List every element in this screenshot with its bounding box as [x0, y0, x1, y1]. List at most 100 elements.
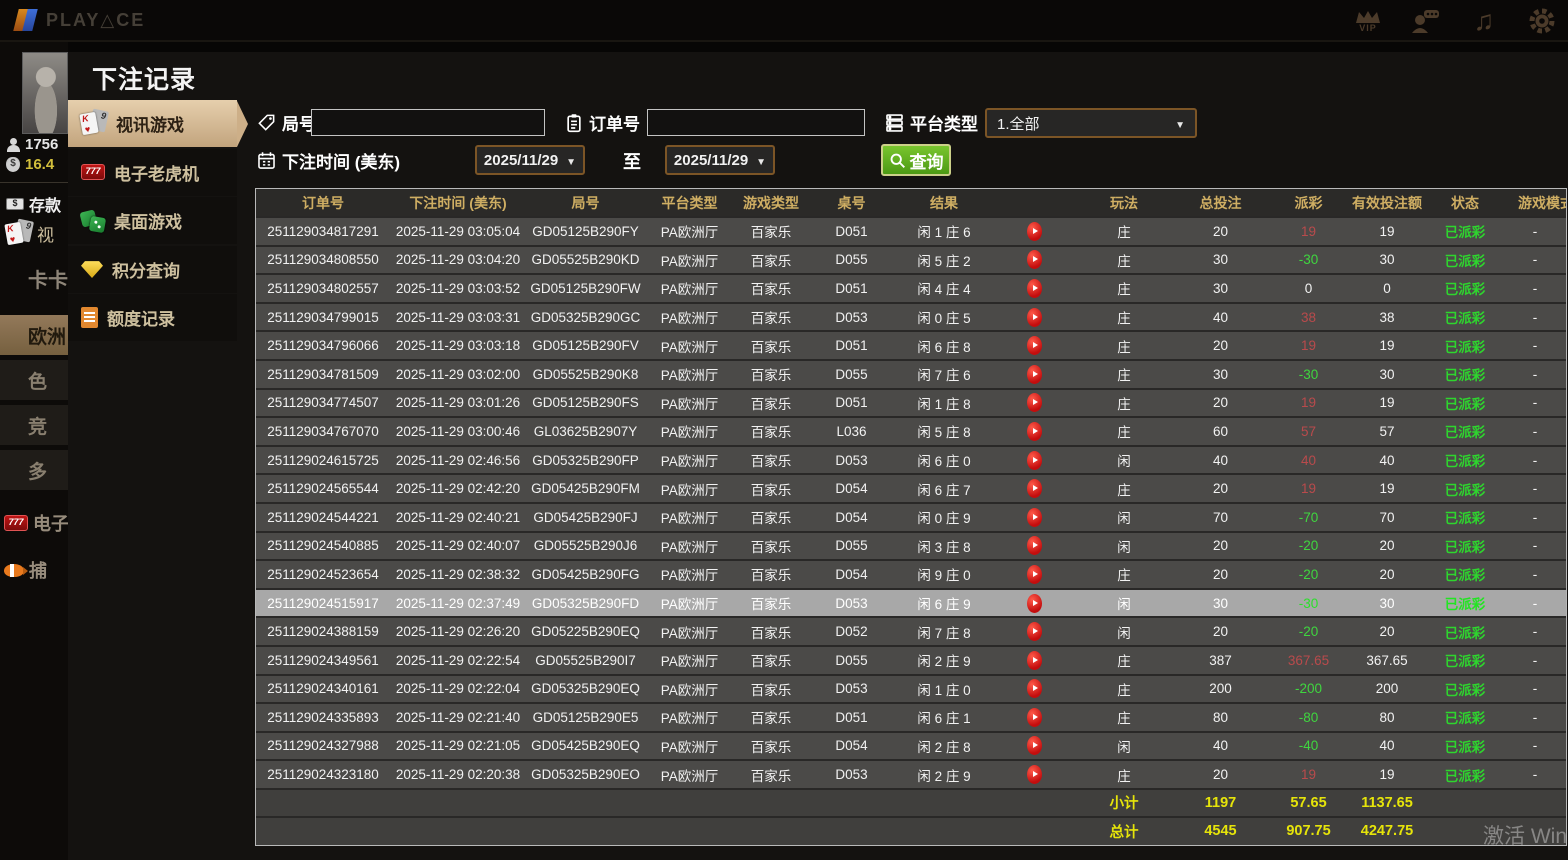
table-row[interactable]: 2511290243495612025-11-29 02:22:54GD0552… [256, 646, 1566, 675]
cell-status: 已派彩 [1426, 474, 1504, 503]
cell-round-no: GD05325B290EQ [526, 675, 645, 704]
cell-platform: PA欧洲厅 [645, 503, 734, 532]
replay-play-icon[interactable] [1027, 765, 1042, 784]
date-from-select[interactable]: 2025/11/29 [475, 145, 585, 175]
search-icon [889, 152, 906, 169]
tab-video-games[interactable]: 视讯游戏 [68, 100, 237, 147]
table-row[interactable]: 2511290243279882025-11-29 02:21:05GD0542… [256, 732, 1566, 761]
table-row[interactable]: 2511290243358932025-11-29 02:21:40GD0512… [256, 703, 1566, 732]
playace-logo: PLAY△CE [14, 8, 145, 32]
table-row[interactable]: 2511290243881592025-11-29 02:26:20GD0522… [256, 617, 1566, 646]
query-button[interactable]: 查询 [881, 144, 951, 176]
vip-icon[interactable]: VIP [1350, 4, 1386, 38]
cell-bet-time: 2025-11-29 03:02:00 [390, 360, 526, 389]
replay-play-icon[interactable] [1027, 536, 1042, 555]
cell-game-type: 百家乐 [734, 560, 808, 589]
column-header: 游戏类型 [734, 189, 808, 217]
replay-play-icon[interactable] [1027, 393, 1042, 412]
lobby-item-duotai[interactable]: 多 [0, 450, 68, 490]
lobby-item-jingmi[interactable]: 竞 [0, 405, 68, 445]
cell-table-no: D051 [808, 274, 895, 303]
lobby-item-sedie[interactable]: 色 [0, 360, 68, 400]
gear-icon[interactable] [1524, 4, 1560, 38]
replay-play-icon[interactable] [1027, 250, 1042, 269]
avatar[interactable] [22, 52, 68, 134]
table-row[interactable]: 2511290347745072025-11-29 03:01:26GD0512… [256, 389, 1566, 418]
cell-play-type: 闲 [1076, 446, 1172, 475]
table-row[interactable]: 2511290347990152025-11-29 03:03:31GD0532… [256, 303, 1566, 332]
replay-play-icon[interactable] [1027, 479, 1042, 498]
tab-points-query[interactable]: 积分查询 [68, 246, 237, 293]
date-to-select[interactable]: 2025/11/29 [665, 145, 775, 175]
cell-payout: 19 [1269, 217, 1348, 246]
replay-play-icon[interactable] [1027, 422, 1042, 441]
deposit-button[interactable]: 存款 [6, 192, 61, 216]
replay-play-icon[interactable] [1027, 451, 1042, 470]
lobby-item-slots[interactable]: 电子 [4, 510, 68, 536]
table-row[interactable]: 2511290348025572025-11-29 03:03:52GD0512… [256, 274, 1566, 303]
replay-play-icon[interactable] [1027, 279, 1042, 298]
cell-platform: PA欧洲厅 [645, 246, 734, 275]
lobby-item-fishing[interactable]: 捕 [4, 557, 47, 583]
column-header: 总投注 [1172, 189, 1269, 217]
table-row[interactable]: 2511290347670702025-11-29 03:00:46GL0362… [256, 417, 1566, 446]
replay-play-icon[interactable] [1027, 622, 1042, 641]
table-row[interactable]: 2511290243401612025-11-29 02:22:04GD0532… [256, 675, 1566, 704]
cell-replay [993, 617, 1076, 646]
replay-play-icon[interactable] [1027, 651, 1042, 670]
cell-table-no: D053 [808, 760, 895, 789]
cell-replay [993, 732, 1076, 761]
video-games-shortcut[interactable]: 视 [6, 220, 54, 247]
replay-play-icon[interactable] [1027, 736, 1042, 755]
cell-total-bet: 60 [1172, 417, 1269, 446]
table-row[interactable]: 2511290245655442025-11-29 02:42:20GD0542… [256, 474, 1566, 503]
table-row[interactable]: 2511290246157252025-11-29 02:46:56GD0532… [256, 446, 1566, 475]
cell-game-mode: - [1504, 303, 1566, 332]
tab-quota-records[interactable]: 额度记录 [68, 294, 237, 341]
cell-game-type: 百家乐 [734, 331, 808, 360]
table-row[interactable]: 2511290245408852025-11-29 02:40:07GD0552… [256, 532, 1566, 561]
round-input[interactable] [311, 109, 545, 136]
money-bag-icon [6, 157, 20, 172]
replay-play-icon[interactable] [1027, 336, 1042, 355]
cell-status: 已派彩 [1426, 246, 1504, 275]
cell-order-no: 251129034802557 [256, 274, 390, 303]
replay-play-icon[interactable] [1027, 308, 1042, 327]
replay-play-icon[interactable] [1027, 222, 1042, 241]
table-row[interactable]: 2511290245442212025-11-29 02:40:21GD0542… [256, 503, 1566, 532]
replay-play-icon[interactable] [1027, 508, 1042, 527]
table-row[interactable]: 2511290348172912025-11-29 03:05:04GD0512… [256, 217, 1566, 246]
order-label: 订单号 [565, 110, 640, 135]
column-header: 局号 [526, 189, 645, 217]
cell-replay [993, 303, 1076, 332]
support-chat-icon[interactable] [1408, 4, 1444, 38]
cell-status: 已派彩 [1426, 703, 1504, 732]
replay-play-icon[interactable] [1027, 365, 1042, 384]
replay-play-icon[interactable] [1027, 679, 1042, 698]
cell-status: 已派彩 [1426, 446, 1504, 475]
table-row[interactable]: 2511290347815092025-11-29 03:02:00GD0552… [256, 360, 1566, 389]
cell-play-type: 庄 [1076, 246, 1172, 275]
music-icon[interactable] [1466, 4, 1502, 38]
lobby-item-kaka[interactable]: 卡卡 [28, 264, 68, 293]
table-row[interactable]: 2511290245159172025-11-29 02:37:49GD0532… [256, 589, 1566, 618]
cell-payout: -80 [1269, 703, 1348, 732]
replay-play-icon[interactable] [1027, 565, 1042, 584]
tab-slots[interactable]: 电子老虎机 [68, 149, 237, 196]
cell-round-no: GD05525B290J6 [526, 532, 645, 561]
cell-order-no: 251129024327988 [256, 732, 390, 761]
tab-table-games[interactable]: 桌面游戏 [68, 197, 237, 244]
cell-replay [993, 389, 1076, 418]
table-row[interactable]: 2511290243231802025-11-29 02:20:38GD0532… [256, 760, 1566, 789]
platform-type-select[interactable]: 1.全部 [985, 108, 1197, 138]
column-header [993, 189, 1076, 217]
table-row[interactable]: 2511290347960662025-11-29 03:03:18GD0512… [256, 331, 1566, 360]
replay-play-icon[interactable] [1027, 594, 1042, 613]
cell-result: 闲 0 庄 5 [895, 303, 993, 332]
table-row[interactable]: 2511290348085502025-11-29 03:04:20GD0552… [256, 246, 1566, 275]
cell-round-no: GD05325B290GC [526, 303, 645, 332]
table-row[interactable]: 2511290245236542025-11-29 02:38:32GD0542… [256, 560, 1566, 589]
replay-play-icon[interactable] [1027, 708, 1042, 727]
order-input[interactable] [647, 109, 865, 136]
lobby-item-europe[interactable]: 欧洲 [0, 315, 68, 355]
